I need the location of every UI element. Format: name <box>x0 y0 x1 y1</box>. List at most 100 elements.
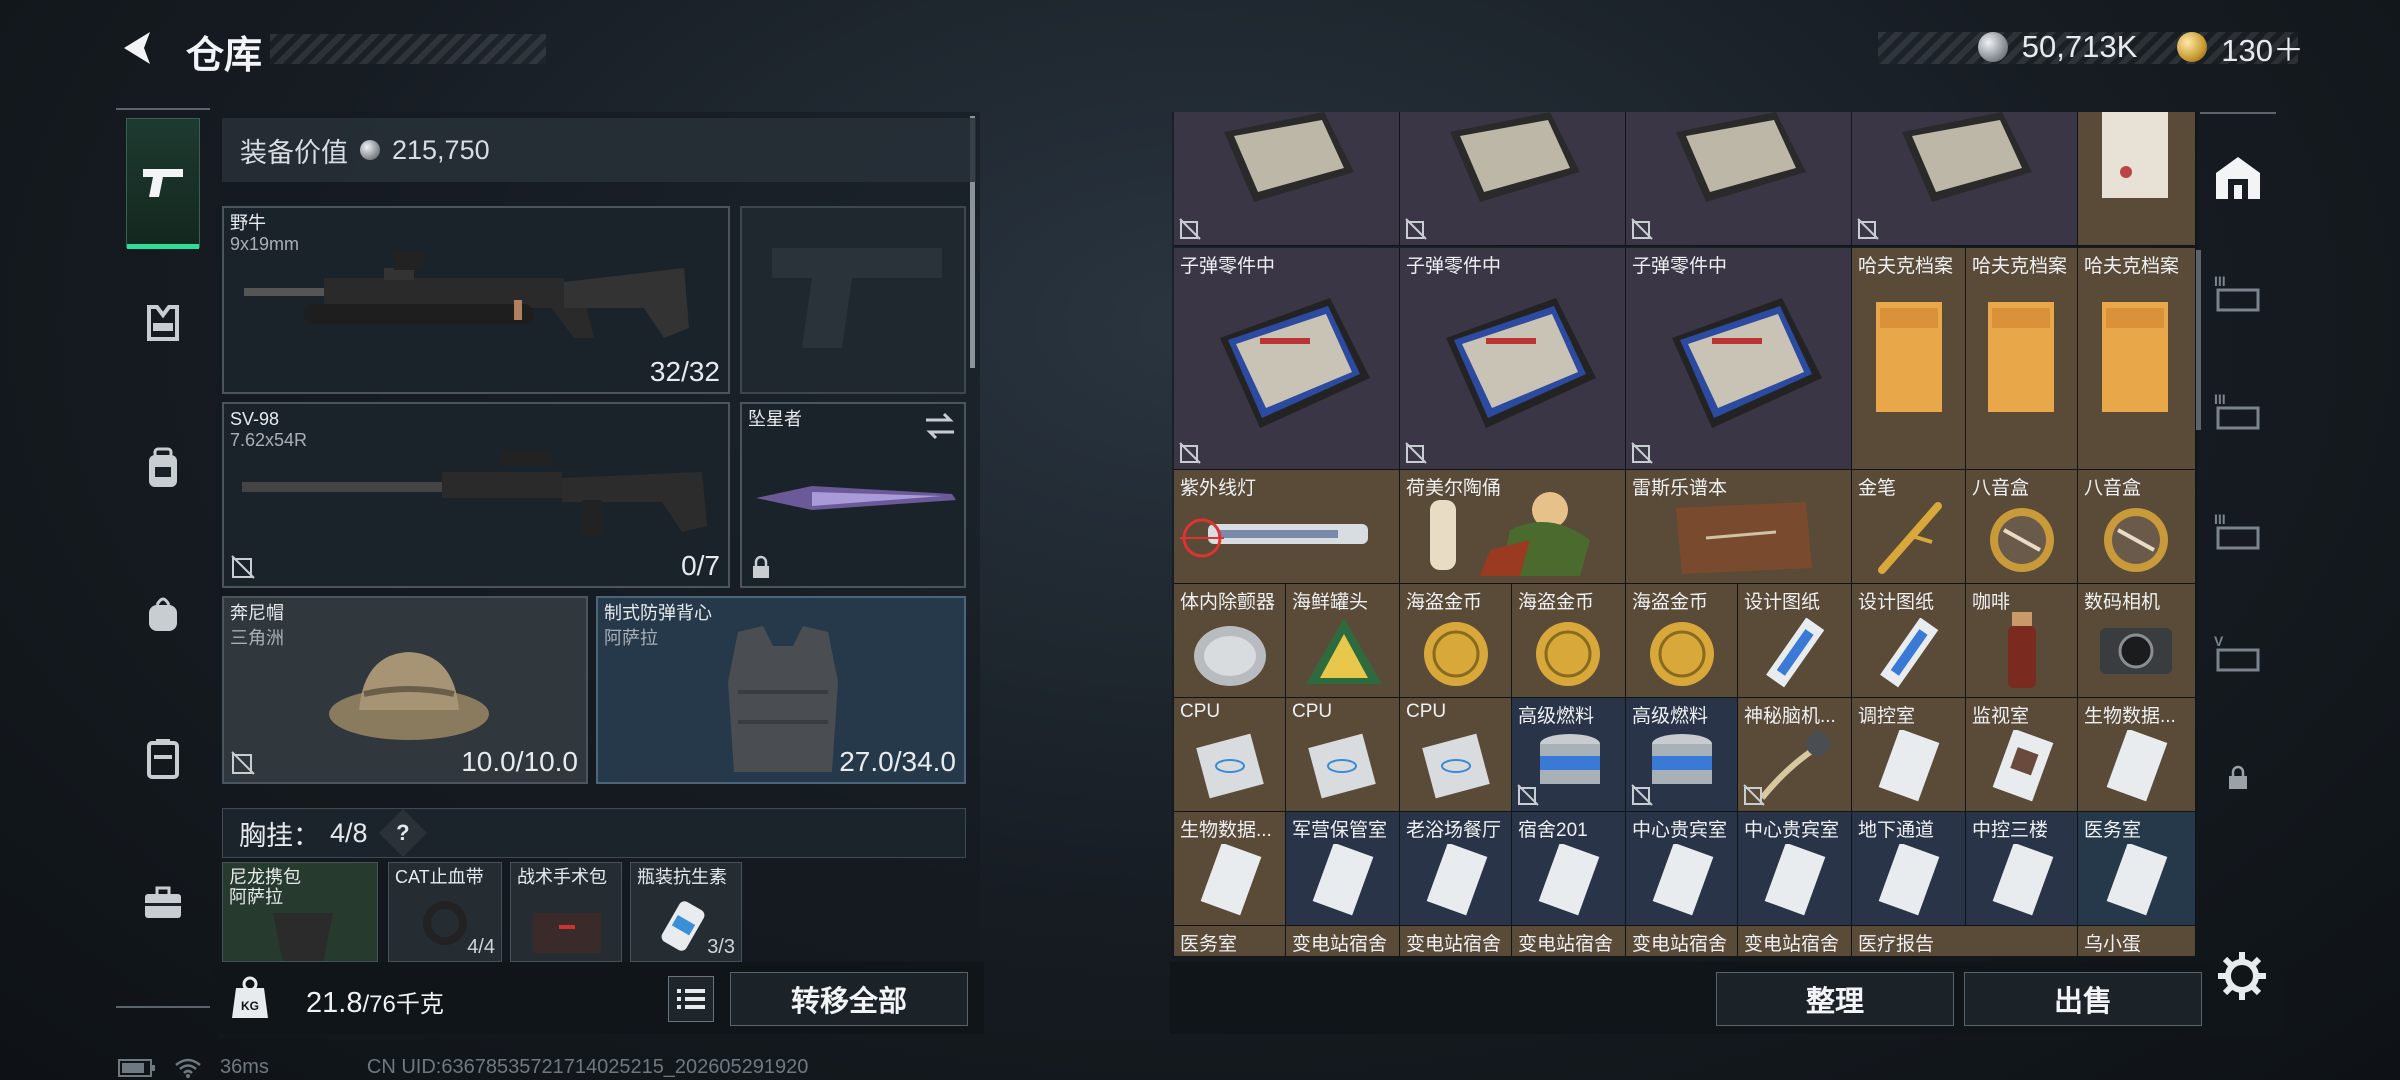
back-arrow-icon[interactable] <box>118 28 158 68</box>
svg-text:KG: KG <box>241 999 259 1013</box>
grid-item-cpu[interactable]: CPU <box>1400 698 1512 812</box>
tab-storage-3b[interactable]: III <box>2208 380 2268 440</box>
helmet-slot[interactable]: 奔尼帽 三角洲 10.0/10.0 <box>222 596 588 784</box>
keycard-icon <box>1878 844 1940 916</box>
transfer-all-button[interactable]: 转移全部 <box>730 972 968 1026</box>
grid-item-keycard[interactable]: 中心贵宾室 <box>1626 812 1738 926</box>
chest-item[interactable]: 尼龙携包 阿萨拉 <box>222 862 378 962</box>
tab-storage-3[interactable]: III <box>2208 262 2268 322</box>
list-view-button[interactable] <box>668 976 714 1022</box>
grid-item-keycard[interactable]: 医务室 <box>1174 926 1286 956</box>
no-insurance-icon <box>1405 218 1427 240</box>
grid-item-keycard[interactable]: 变电站宿舍 <box>1512 926 1626 956</box>
wifi-icon <box>175 1058 201 1078</box>
grid-item-keycard[interactable]: 生物数据... <box>2078 698 2196 812</box>
grid-item-keycard[interactable]: 宿舍201 <box>1512 812 1626 926</box>
grid-item-keycard[interactable]: 中心贵宾室 <box>1738 812 1852 926</box>
folder-icon <box>2102 302 2168 412</box>
grid-item-ammo-parts[interactable] <box>1174 112 1400 246</box>
item-label: 乌小蛋 <box>2084 934 2142 955</box>
grid-item-blueprint[interactable]: 设计图纸 <box>1738 584 1852 698</box>
grid-item-keycard[interactable]: 老浴场餐厅 <box>1400 812 1512 926</box>
secondary-weapon-slot[interactable]: SV-98 7.62x54R 0/7 <box>222 402 730 588</box>
grid-item-toy[interactable]: 乌小蛋 <box>2078 926 2196 956</box>
grid-item-defibrillator[interactable]: 体内除颤器 <box>1174 584 1286 698</box>
grid-item-medical-report[interactable]: 医疗报告 <box>1852 926 2078 956</box>
grid-item-keycard[interactable]: 调控室 <box>1852 698 1966 812</box>
nav-pouch[interactable] <box>126 548 200 678</box>
grid-item-pirate-coin[interactable]: 海盗金币 <box>1400 584 1512 698</box>
grid-item-keycard[interactable]: 监视室 <box>1966 698 2078 812</box>
grid-item-ammo-parts[interactable]: 子弹零件中 <box>1626 248 1852 470</box>
grid-item-pirate-coin[interactable]: 海盗金币 <box>1512 584 1626 698</box>
item-label: 变电站宿舍 <box>1632 934 1728 955</box>
tab-storage-5[interactable]: V <box>2208 622 2268 682</box>
grid-item-digital-camera[interactable]: 数码相机 <box>2078 584 2196 698</box>
swap-icon[interactable] <box>924 412 956 440</box>
nav-weapons[interactable] <box>126 118 200 249</box>
tab-locked[interactable] <box>2208 748 2268 808</box>
nav-chest-rig[interactable] <box>126 258 200 388</box>
grid-item-uv-lamp[interactable]: 紫外线灯 <box>1174 470 1400 584</box>
grid-item-haavk-file[interactable]: 哈夫克档案 <box>2078 248 2196 470</box>
grid-item-music-box[interactable]: 八音盒 <box>1966 470 2078 584</box>
primary-weapon-slot[interactable]: 野牛 9x19mm 32/32 <box>222 206 730 394</box>
chest-item[interactable]: 战术手术包 <box>510 862 622 962</box>
currency-display: 50,713K 130＋ <box>1977 28 2304 68</box>
no-insurance-icon <box>231 555 255 579</box>
grid-item-advanced-fuel[interactable]: 高级燃料 <box>1512 698 1626 812</box>
grid-item-haavk-file[interactable]: 哈夫克档案 <box>1966 248 2078 470</box>
grid-item-keycard[interactable]: 变电站宿舍 <box>1738 926 1852 956</box>
item-label: 变电站宿舍 <box>1744 934 1840 955</box>
grid-item-haavk-file[interactable]: 哈夫克档案 <box>1852 248 1966 470</box>
grid-item-keycard[interactable]: 变电站宿舍 <box>1626 926 1738 956</box>
help-button[interactable]: ? <box>378 808 427 858</box>
grid-item-keycard[interactable]: 医务室 <box>2078 812 2196 926</box>
grid-item-keycard[interactable]: 中控三楼 <box>1966 812 2078 926</box>
nav-case[interactable] <box>126 693 200 823</box>
melee-slot[interactable]: 坠星者 <box>740 402 966 588</box>
sidearm-slot[interactable] <box>740 206 966 394</box>
grid-item-keycard[interactable]: 地下通道 <box>1852 812 1966 926</box>
grid-item-ammo-parts[interactable] <box>1400 112 1626 246</box>
grid-item-ammo-parts[interactable]: 子弹零件中 <box>1400 248 1626 470</box>
tab-storage-3c[interactable]: III <box>2208 500 2268 560</box>
sort-button[interactable]: 整理 <box>1716 972 1954 1026</box>
chest-item[interactable]: 瓶装抗生素 3/3 <box>630 862 742 962</box>
grid-item-keycard[interactable]: 变电站宿舍 <box>1400 926 1512 956</box>
chest-item[interactable]: CAT止血带 4/4 <box>388 862 502 962</box>
sell-button[interactable]: 出售 <box>1964 972 2202 1026</box>
grid-item-coffee[interactable]: 咖啡 <box>1966 584 2078 698</box>
grid-item-blueprint[interactable]: 设计图纸 <box>1852 584 1966 698</box>
grid-item-ammo-parts[interactable] <box>1852 112 2078 246</box>
item-label: 军营保管室 <box>1292 820 1388 841</box>
nav-backpack[interactable] <box>126 403 200 533</box>
nav-toolbox[interactable] <box>126 838 200 968</box>
armor-slot[interactable]: 制式防弹背心 阿萨拉 27.0/34.0 <box>596 596 966 784</box>
item-label: 高级燃料 <box>1518 706 1595 727</box>
grid-item-pirate-coin[interactable]: 海盗金币 <box>1626 584 1738 698</box>
grid-item-keycard[interactable]: 军营保管室 <box>1286 812 1400 926</box>
item-label: 雷斯乐谱本 <box>1632 478 1728 499</box>
grid-item-seafood-can[interactable]: 海鲜罐头 <box>1286 584 1400 698</box>
grid-item-cpu[interactable]: CPU <box>1286 698 1400 812</box>
grid-item-keycard[interactable]: 变电站宿舍 <box>1286 926 1400 956</box>
currency-secondary[interactable]: 130＋ <box>2221 25 2304 70</box>
keycard-icon <box>1538 844 1600 916</box>
grid-item-file[interactable] <box>2078 112 2196 246</box>
settings-gear-icon[interactable] <box>2216 950 2268 1002</box>
grid-item-cpu[interactable]: CPU <box>1174 698 1286 812</box>
item-label: 海盗金币 <box>1518 592 1595 613</box>
tab-warehouse[interactable] <box>2208 148 2268 208</box>
grid-item-keycard[interactable]: 生物数据... <box>1174 812 1286 926</box>
grid-item-figurine[interactable]: 荷美尔陶俑 <box>1400 470 1626 584</box>
grid-item-music-box[interactable]: 八音盒 <box>2078 470 2196 584</box>
grid-item-music-notebook[interactable]: 雷斯乐谱本 <box>1626 470 1852 584</box>
music-box-icon <box>2104 508 2168 572</box>
grid-item-gold-pen[interactable]: 金笔 <box>1852 470 1966 584</box>
grid-item-advanced-fuel[interactable]: 高级燃料 <box>1626 698 1738 812</box>
grid-item-brain-device[interactable]: 神秘脑机... <box>1738 698 1852 812</box>
item-label: 中控三楼 <box>1972 820 2049 841</box>
grid-item-ammo-parts[interactable]: 子弹零件中 <box>1174 248 1400 470</box>
grid-item-ammo-parts[interactable] <box>1626 112 1852 246</box>
